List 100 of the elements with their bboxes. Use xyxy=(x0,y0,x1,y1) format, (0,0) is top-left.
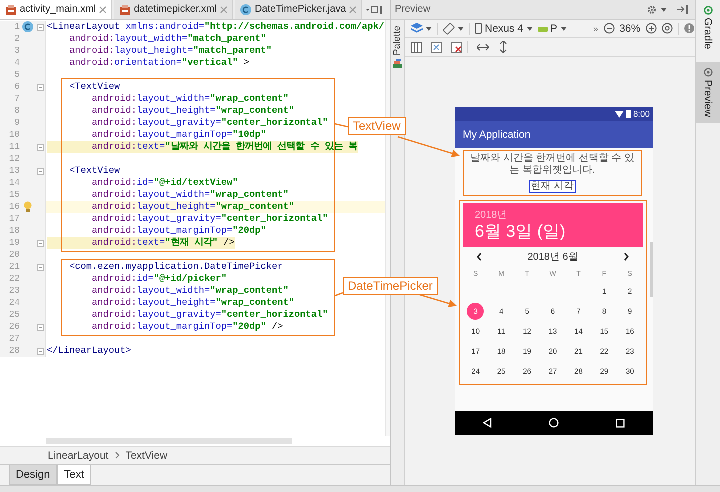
fold-marker-icon[interactable] xyxy=(36,348,44,354)
home-icon[interactable] xyxy=(548,418,559,428)
columns-icon[interactable] xyxy=(411,42,422,52)
editor-tab[interactable]: DateTimePicker.java xyxy=(234,0,362,19)
line-number: 14 xyxy=(8,178,20,188)
zoom-out-icon[interactable] xyxy=(604,23,615,34)
line-number: 7 xyxy=(14,94,20,104)
line-number: 20 xyxy=(8,250,20,260)
scrollbar[interactable] xyxy=(650,242,653,297)
scrollbar[interactable] xyxy=(46,438,292,444)
wifi-icon xyxy=(615,110,624,118)
code-line: android:layout_height="wrap_content" xyxy=(91,201,295,213)
code-line: android:layout_width="wrap_content" xyxy=(91,189,289,201)
fold-marker-icon[interactable] xyxy=(36,84,44,90)
line-number: 10 xyxy=(8,130,20,140)
zoom-level: 36% xyxy=(620,22,641,34)
fold-marker-icon[interactable] xyxy=(36,324,44,330)
line-number: 2 xyxy=(14,34,20,44)
clear-grid-icon[interactable] xyxy=(451,42,462,52)
code-line: android:layout_gravity="center_horizontal" xyxy=(91,309,328,321)
code-line: android:orientation="vertical" > xyxy=(68,57,250,69)
phone-icon[interactable] xyxy=(475,23,482,34)
vertical-arrows-icon[interactable] xyxy=(500,41,507,53)
palette-icon xyxy=(393,58,402,68)
xml-file-icon xyxy=(5,4,17,16)
code-line: <LinearLayout xmlns:android="http://schemas.android.com/apk/ xyxy=(47,21,385,33)
zoom-fit-icon[interactable] xyxy=(662,23,673,34)
warning-icon[interactable] xyxy=(684,23,695,34)
line-number: 16 xyxy=(8,202,20,212)
horizontal-arrows-icon[interactable] xyxy=(477,44,489,50)
class-icon xyxy=(240,4,252,16)
tab-menu-icon[interactable] xyxy=(366,4,384,14)
side-tab[interactable]: Preview xyxy=(696,62,720,123)
caret-icon[interactable] xyxy=(426,26,432,30)
editor-tab[interactable]: activity_main.xml xyxy=(0,0,112,19)
editor-mode-tab[interactable]: Text xyxy=(57,465,92,485)
code-line: android:layout_gravity="center_horizontal" xyxy=(91,117,328,129)
fold-marker-icon[interactable] xyxy=(36,144,44,150)
code-line: android:id="@+id/picker" xyxy=(91,273,228,285)
overflow-button[interactable]: » xyxy=(594,24,599,34)
fold-marker-icon[interactable] xyxy=(36,240,44,246)
panel-title: Preview xyxy=(395,4,432,15)
code-line: <com.ezen.myapplication.DateTimePicker xyxy=(68,261,284,273)
previous-month-icon[interactable] xyxy=(477,253,482,261)
line-number: 17 xyxy=(8,214,20,224)
leader-line xyxy=(334,292,344,297)
code-line: android:layout_height="wrap_content" xyxy=(91,297,295,309)
rotate-icon[interactable] xyxy=(443,22,455,34)
line-number: 1 xyxy=(14,22,20,32)
line-number: 13 xyxy=(8,166,20,176)
code-line: android:layout_marginTop="20dp" /> xyxy=(91,321,284,333)
recent-apps-icon[interactable] xyxy=(616,418,625,428)
line-number: 22 xyxy=(8,274,20,284)
lightbulb-icon xyxy=(23,201,33,213)
code-line: </LinearLayout> xyxy=(47,345,132,357)
caret-icon[interactable] xyxy=(458,26,464,30)
line-number: 3 xyxy=(14,46,20,56)
grid-icon[interactable] xyxy=(431,42,442,52)
code-line: <TextView xyxy=(68,165,120,177)
layers-icon[interactable] xyxy=(411,23,423,34)
settings-icon[interactable] xyxy=(647,4,657,14)
back-icon[interactable] xyxy=(483,418,492,428)
caret-icon[interactable] xyxy=(560,26,567,30)
description-text: 날짜와 시간을 한꺼번에 선택할 수 있는 복합위젯입니다. xyxy=(470,153,636,177)
fold-marker-icon[interactable] xyxy=(36,168,44,174)
palette-tab[interactable]: Palette xyxy=(392,26,403,56)
chevron-icon xyxy=(114,452,120,459)
api-selector[interactable]: P xyxy=(550,22,558,34)
caret-icon[interactable] xyxy=(661,8,667,12)
gradle-icon xyxy=(704,6,712,15)
line-number: 19 xyxy=(8,238,20,248)
line-number: 27 xyxy=(8,334,20,344)
month-label: 2018년 6월 xyxy=(528,251,578,264)
xml-file-icon xyxy=(119,4,132,16)
code-line: android:layout_marginTop="10dp" xyxy=(91,129,266,141)
caret-icon[interactable] xyxy=(526,26,533,30)
current-time-text: 현재 시각 xyxy=(529,180,576,193)
side-tab[interactable]: Gradle xyxy=(696,0,720,56)
arrow xyxy=(420,294,457,308)
close-icon[interactable] xyxy=(99,6,108,14)
hide-panel-icon[interactable] xyxy=(677,5,689,14)
breadcrumb-item[interactable]: LinearLayout xyxy=(48,450,109,462)
code-line: android:layout_width="match_parent" xyxy=(68,33,266,45)
line-number: 24 xyxy=(8,298,20,308)
device-selector[interactable]: Nexus 4 xyxy=(485,22,524,34)
line-number: 25 xyxy=(8,310,20,320)
breadcrumb-item[interactable]: TextView xyxy=(126,450,168,462)
arrow xyxy=(398,136,460,158)
line-number: 11 xyxy=(8,142,20,152)
editor-tab[interactable]: datetimepicker.xml xyxy=(114,0,233,19)
line-number: 15 xyxy=(8,190,20,200)
next-month-icon[interactable] xyxy=(624,253,629,261)
fold-marker-icon[interactable] xyxy=(36,264,44,270)
code-line: android:id="@+id/textView" xyxy=(91,177,238,189)
zoom-in-icon[interactable] xyxy=(646,23,657,34)
line-number: 21 xyxy=(8,262,20,272)
editor-mode-tab[interactable]: Design xyxy=(9,465,58,485)
battery-icon xyxy=(626,110,632,118)
line-number: 18 xyxy=(8,226,20,236)
fold-marker-icon[interactable] xyxy=(36,24,44,30)
